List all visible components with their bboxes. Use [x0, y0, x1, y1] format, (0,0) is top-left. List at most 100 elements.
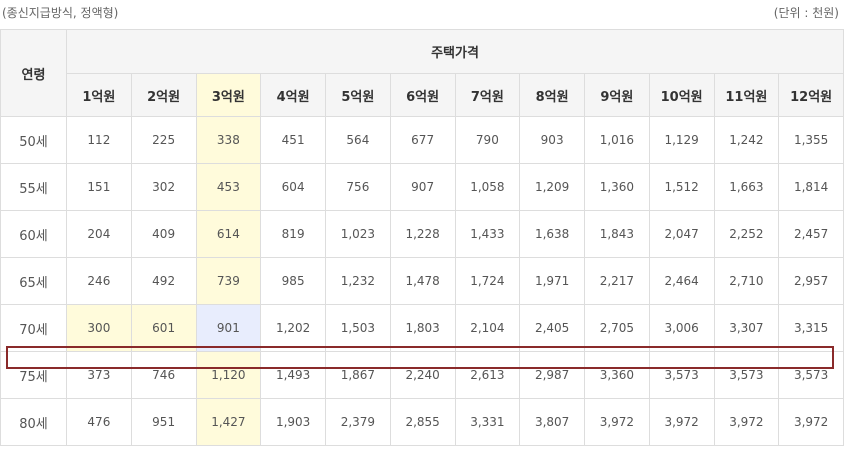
value-cell: 3,573: [648, 351, 715, 399]
house-price-group-header: 주택가격: [66, 29, 844, 74]
table-row: 75세 373 746 1,120 1,493 1,867 2,240 2,613 2,987 3…: [0, 351, 844, 399]
value-cell: 246: [66, 257, 132, 305]
value-cell: 1,427: [195, 398, 262, 446]
price-header: 11억원: [713, 73, 780, 117]
value-cell: 409: [130, 210, 197, 258]
value-cell: 300: [66, 304, 132, 352]
value-cell: 2,379: [325, 398, 391, 446]
value-cell: 3,972: [713, 398, 780, 446]
price-header: 1억원: [66, 73, 132, 117]
value-cell: 2,855: [389, 398, 456, 446]
value-cell: 3,573: [778, 351, 844, 399]
value-cell: 3,573: [713, 351, 780, 399]
value-cell: 604: [260, 163, 326, 211]
value-cell: 3,807: [519, 398, 585, 446]
value-cell: 1,638: [519, 210, 585, 258]
value-cell: 225: [130, 116, 197, 164]
table-row: 70세 300 601 901 1,202 1,503 1,803 2,104 2,405 2,7…: [0, 304, 844, 352]
value-cell: 1,129: [648, 116, 715, 164]
value-cell: 985: [260, 257, 326, 305]
age-cell: 70세: [0, 304, 67, 352]
table-caption-unit: (단위 : 천원): [773, 6, 839, 20]
value-cell: 1,663: [713, 163, 780, 211]
value-cell: 476: [66, 398, 132, 446]
value-cell: 2,457: [778, 210, 844, 258]
value-cell: 951: [130, 398, 197, 446]
value-cell: 3,315: [778, 304, 844, 352]
value-cell: 2,217: [584, 257, 650, 305]
age-cell: 55세: [0, 163, 67, 211]
value-cell: 3,972: [778, 398, 844, 446]
value-cell: 1,016: [584, 116, 650, 164]
price-header: 8억원: [519, 73, 585, 117]
value-cell: 1,058: [454, 163, 521, 211]
price-header: 10억원: [648, 73, 715, 117]
age-cell: 50세: [0, 116, 67, 164]
value-cell: 819: [260, 210, 326, 258]
value-cell: 1,493: [260, 351, 326, 399]
value-cell: 907: [389, 163, 456, 211]
value-cell: 1,503: [325, 304, 391, 352]
table-row: 60세 204 409 614 819 1,023 1,228 1,433 1,638 1,843…: [0, 210, 844, 258]
value-cell: 677: [389, 116, 456, 164]
value-cell: 2,987: [519, 351, 585, 399]
value-cell: 204: [66, 210, 132, 258]
value-cell: 1,803: [389, 304, 456, 352]
value-cell: 492: [130, 257, 197, 305]
value-cell: 3,972: [584, 398, 650, 446]
value-cell: 790: [454, 116, 521, 164]
value-cell: 1,512: [648, 163, 715, 211]
age-header: 연령: [0, 29, 67, 117]
value-cell: 1,232: [325, 257, 391, 305]
value-cell: 614: [195, 210, 262, 258]
value-cell: 3,972: [648, 398, 715, 446]
value-cell: 2,405: [519, 304, 585, 352]
value-cell: 1,360: [584, 163, 650, 211]
age-cell: 80세: [0, 398, 67, 446]
value-cell: 564: [325, 116, 391, 164]
value-cell: 1,867: [325, 351, 391, 399]
value-cell: 302: [130, 163, 197, 211]
value-cell: 1,202: [260, 304, 326, 352]
price-header: 2억원: [130, 73, 197, 117]
pension-table: 연령 주택가격 1억원 2억원 3억원 4억원 5억원 6억원 7억원 8억원 9억원 10억원 1…: [0, 29, 844, 446]
age-cell: 65세: [0, 257, 67, 305]
table-row: 55세 151 302 453 604 756 907 1,058 1,209 1,360 1,51…: [0, 163, 844, 211]
value-cell: 338: [195, 116, 262, 164]
table-row: 50세 112 225 338 451 564 677 790 903 1,016 1,129 1,2…: [0, 116, 844, 164]
value-cell: 1,478: [389, 257, 456, 305]
price-header: 7억원: [454, 73, 521, 117]
value-cell: 1,433: [454, 210, 521, 258]
value-cell: 2,240: [389, 351, 456, 399]
price-header: 12억원: [778, 73, 844, 117]
value-cell: 1,843: [584, 210, 650, 258]
value-cell: 451: [260, 116, 326, 164]
value-cell: 1,903: [260, 398, 326, 446]
value-cell: 1,023: [325, 210, 391, 258]
price-header: 9억원: [584, 73, 650, 117]
value-cell: 3,307: [713, 304, 780, 352]
value-cell: 1,209: [519, 163, 585, 211]
value-cell: 739: [195, 257, 262, 305]
value-cell: 2,252: [713, 210, 780, 258]
value-cell: 1,355: [778, 116, 844, 164]
table-row: 65세 246 492 739 985 1,232 1,478 1,724 1,971 2,217…: [0, 257, 844, 305]
pension-table-container: 연령 주택가격 1억원 2억원 3억원 4억원 5억원 6억원 7억원 8억원 9억원 10억원 1…: [0, 29, 844, 446]
table-caption-method: (종신지급방식, 정액형): [2, 6, 119, 20]
value-cell: 2,104: [454, 304, 521, 352]
value-cell: 453: [195, 163, 262, 211]
value-cell: 903: [519, 116, 585, 164]
value-cell: 3,331: [454, 398, 521, 446]
table-row: 80세 476 951 1,427 1,903 2,379 2,855 3,331 3,807 3…: [0, 398, 844, 446]
value-cell: 2,464: [648, 257, 715, 305]
price-header: 4억원: [260, 73, 326, 117]
value-cell: 1,242: [713, 116, 780, 164]
value-cell: 901: [195, 304, 262, 352]
price-header: 3억원: [195, 73, 262, 117]
price-header: 6억원: [389, 73, 456, 117]
value-cell: 2,613: [454, 351, 521, 399]
value-cell: 601: [130, 304, 197, 352]
value-cell: 746: [130, 351, 197, 399]
value-cell: 2,957: [778, 257, 844, 305]
value-cell: 1,814: [778, 163, 844, 211]
